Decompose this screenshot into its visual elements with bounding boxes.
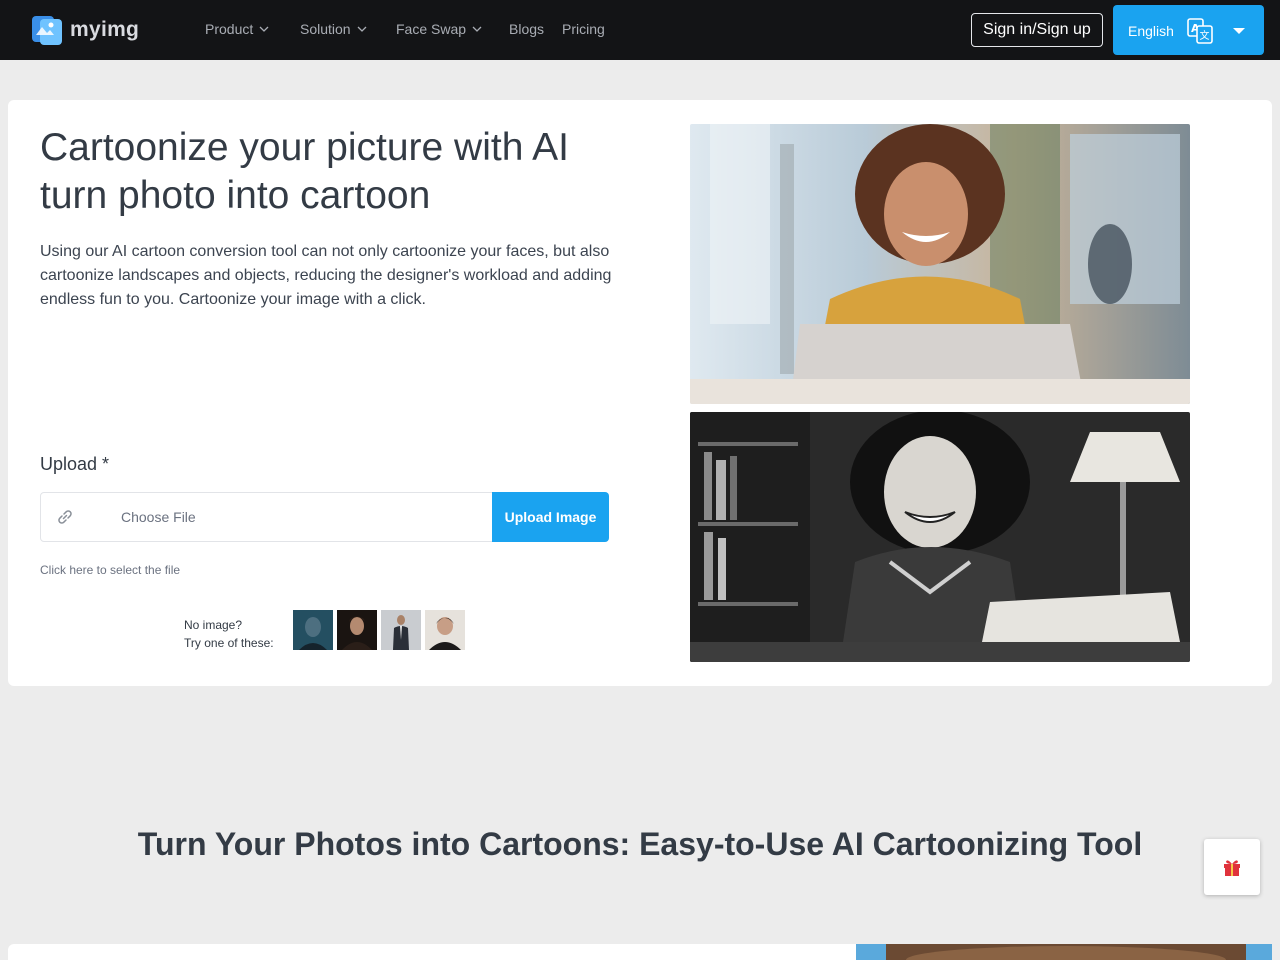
chevron-down-icon <box>259 26 269 32</box>
section-title: Turn Your Photos into Cartoons: Easy-to-… <box>137 826 1143 862</box>
sample-prompt-line1: No image? <box>184 618 243 632</box>
file-upload-field[interactable]: Choose File Upload Image <box>40 492 609 542</box>
nav-solution[interactable]: Solution <box>300 21 367 37</box>
nav-face-swap-label: Face Swap <box>396 21 467 37</box>
sample-image-3[interactable] <box>381 610 421 650</box>
brand-name: myimg <box>70 18 140 41</box>
hero-card: Cartoonize your picture with AI turn pho… <box>8 100 1272 686</box>
caret-down-icon <box>1233 28 1245 34</box>
chevron-down-icon <box>357 26 367 32</box>
nav-solution-label: Solution <box>300 21 351 37</box>
sample-image-4[interactable] <box>425 610 465 650</box>
brand-logo[interactable]: myimg <box>30 12 139 48</box>
sample-prompt-line2: Try one of these: <box>184 636 274 650</box>
signin-button[interactable]: Sign in/Sign up <box>971 13 1103 47</box>
nav-product[interactable]: Product <box>205 21 269 37</box>
sample-image-2[interactable] <box>337 610 377 650</box>
nav-product-label: Product <box>205 21 254 37</box>
top-navbar: myimg Product Solution Face Swap Blogs P… <box>0 0 1280 60</box>
logo-icon <box>32 16 62 45</box>
language-selector[interactable]: English A 文 <box>1113 5 1264 55</box>
nav-blogs[interactable]: Blogs <box>509 21 544 37</box>
choose-file-placeholder[interactable]: Choose File <box>121 509 196 525</box>
gift-icon <box>1224 860 1240 876</box>
feature-card <box>8 944 856 960</box>
chevron-down-icon <box>472 26 482 32</box>
sample-image-1[interactable] <box>293 610 333 650</box>
upload-image-button[interactable]: Upload Image <box>492 492 609 542</box>
nav-pricing[interactable]: Pricing <box>562 21 605 37</box>
link-icon <box>58 510 72 524</box>
sample-prompt: No image? Try one of these: <box>184 616 274 652</box>
after-cartoon-woman-desk <box>690 412 1190 662</box>
gift-button[interactable] <box>1204 839 1260 895</box>
hero-description: Using our AI cartoon conversion tool can… <box>40 243 612 308</box>
nav-face-swap[interactable]: Face Swap <box>396 21 482 37</box>
upload-label: Upload * <box>40 454 110 474</box>
hero-title: Cartoonize your picture with AI turn pho… <box>40 126 569 217</box>
svg-text:文: 文 <box>1200 29 1210 42</box>
nav-blogs-label: Blogs <box>509 21 545 37</box>
nav-pricing-label: Pricing <box>562 21 605 37</box>
language-label: English <box>1128 23 1174 39</box>
translate-icon: A 文 <box>1187 18 1213 44</box>
upload-hint: Click here to select the file <box>40 563 181 577</box>
before-photo-woman-laptop <box>690 124 1190 404</box>
feature-image <box>856 944 1272 960</box>
